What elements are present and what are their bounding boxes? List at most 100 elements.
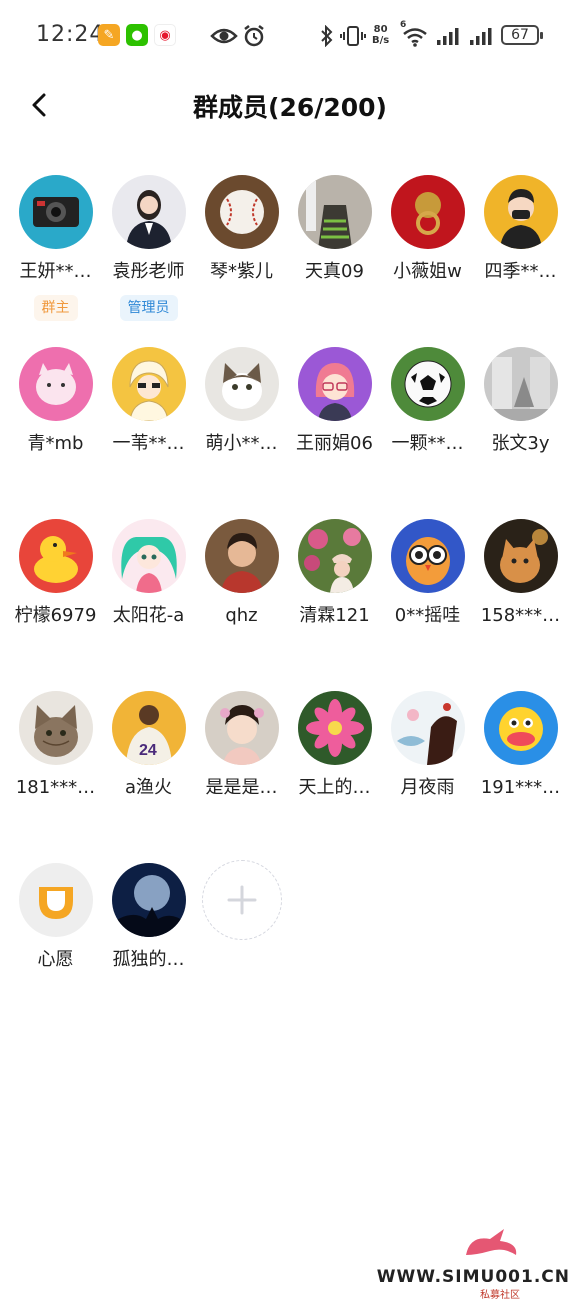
member-item[interactable]: 清霖121 bbox=[288, 519, 381, 627]
avatar bbox=[204, 175, 279, 249]
member-item[interactable]: 孤独的… bbox=[102, 863, 195, 971]
page-title: 群成员(26/200) bbox=[193, 93, 387, 122]
avatar bbox=[390, 691, 465, 765]
avatar bbox=[483, 347, 558, 421]
admin-badge: 管理员 bbox=[119, 295, 178, 321]
member-item[interactable]: 王妍**… 群主 bbox=[9, 175, 102, 321]
member-name: 158***… bbox=[480, 605, 561, 626]
member-item[interactable]: 萌小**… bbox=[195, 347, 288, 455]
member-name: 181***… bbox=[15, 777, 96, 798]
avatar: 24 bbox=[111, 691, 186, 765]
signal-icon-1 bbox=[436, 24, 462, 48]
avatar bbox=[483, 691, 558, 765]
member-name: 王妍**… bbox=[19, 261, 92, 282]
weibo-icon: ◉ bbox=[154, 24, 176, 46]
member-item[interactable]: 青*mb bbox=[9, 347, 102, 455]
member-name: 是是是… bbox=[205, 777, 278, 798]
watermark-subtext: 私募社区 bbox=[480, 1290, 520, 1301]
member-item[interactable]: 琴*紫儿 bbox=[195, 175, 288, 283]
member-item[interactable]: 柠檬6979 bbox=[9, 519, 102, 627]
avatar bbox=[297, 175, 372, 249]
eye-icon bbox=[210, 24, 238, 48]
member-name: 小薇姐w bbox=[393, 261, 462, 282]
avatar bbox=[111, 347, 186, 421]
member-item[interactable]: 天上的… bbox=[288, 691, 381, 799]
member-item[interactable]: 是是是… bbox=[195, 691, 288, 799]
plus-icon bbox=[227, 885, 256, 915]
battery-indicator: 67 bbox=[501, 25, 543, 45]
member-item[interactable]: 一颗**… bbox=[381, 347, 474, 455]
avatar bbox=[390, 347, 465, 421]
member-item[interactable]: 158***… bbox=[474, 519, 567, 627]
member-item[interactable]: 小薇姐w bbox=[381, 175, 474, 283]
member-item[interactable]: 月夜雨 bbox=[381, 691, 474, 799]
member-item[interactable]: qhz bbox=[195, 519, 288, 627]
vibrate-icon bbox=[340, 24, 366, 48]
member-item[interactable]: 24 a渔火 bbox=[102, 691, 195, 799]
member-item[interactable]: 王丽娟06 bbox=[288, 347, 381, 455]
member-name: qhz bbox=[225, 605, 258, 626]
avatar bbox=[18, 175, 93, 249]
member-item[interactable]: 天真09 bbox=[288, 175, 381, 283]
avatar bbox=[18, 347, 93, 421]
member-name: 王丽娟06 bbox=[296, 433, 373, 454]
alarm-icon bbox=[242, 24, 266, 48]
wechat-icon: ● bbox=[126, 24, 148, 46]
watermark-text: WWW.SIMU001.CN bbox=[376, 1267, 570, 1287]
member-name: 青*mb bbox=[27, 433, 84, 454]
member-item[interactable]: 心愿 bbox=[9, 863, 102, 971]
avatar bbox=[204, 347, 279, 421]
member-item[interactable]: 一苇**… bbox=[102, 347, 195, 455]
signal-icon-2 bbox=[469, 24, 495, 48]
member-name: 月夜雨 bbox=[400, 777, 455, 798]
member-name: 清霖121 bbox=[299, 605, 370, 626]
avatar bbox=[390, 175, 465, 249]
network-speed: 80 B/s bbox=[372, 24, 390, 46]
avatar bbox=[204, 691, 279, 765]
add-member-button[interactable] bbox=[195, 860, 288, 940]
watermark: WWW.SIMU001.CN 私募社区 bbox=[377, 1223, 572, 1301]
owner-badge: 群主 bbox=[33, 295, 78, 321]
status-time: 12:24 bbox=[36, 22, 105, 47]
member-name: 四季**… bbox=[484, 261, 557, 282]
member-name: 心愿 bbox=[37, 949, 74, 970]
header: 群成员(26/200) bbox=[0, 72, 580, 138]
wifi-index: 6 bbox=[400, 20, 407, 30]
svg-text:24: 24 bbox=[139, 742, 157, 759]
member-name: 天上的… bbox=[298, 777, 371, 798]
bluetooth-icon bbox=[320, 24, 334, 48]
member-name: 天真09 bbox=[305, 261, 364, 282]
member-item[interactable]: 181***… bbox=[9, 691, 102, 799]
member-name: 琴*紫儿 bbox=[210, 261, 273, 282]
avatar bbox=[297, 519, 372, 593]
member-name: 孤独的… bbox=[112, 949, 185, 970]
member-name: 张文3y bbox=[491, 433, 550, 454]
member-name: 一苇**… bbox=[112, 433, 185, 454]
avatar bbox=[18, 691, 93, 765]
status-bar: 12:24 ✎ ● ◉ 80 B/s 6 67 bbox=[0, 0, 580, 72]
avatar bbox=[297, 691, 372, 765]
avatar bbox=[204, 519, 279, 593]
member-item[interactable]: 0**摇哇 bbox=[381, 519, 474, 627]
member-name: 191***… bbox=[480, 777, 561, 798]
notification-app-icon: ✎ bbox=[98, 24, 120, 46]
avatar bbox=[18, 519, 93, 593]
avatar bbox=[390, 519, 465, 593]
avatar bbox=[111, 519, 186, 593]
member-name: 萌小**… bbox=[205, 433, 278, 454]
member-item[interactable]: 191***… bbox=[474, 691, 567, 799]
member-name: 一颗**… bbox=[391, 433, 464, 454]
member-name: 太阳花-a bbox=[112, 605, 185, 626]
avatar bbox=[297, 347, 372, 421]
member-name: 袁彤老师 bbox=[112, 261, 185, 282]
member-item[interactable]: 张文3y bbox=[474, 347, 567, 455]
avatar bbox=[18, 863, 93, 937]
avatar bbox=[111, 175, 186, 249]
watermark-logo-icon bbox=[466, 1229, 517, 1255]
add-member-circle[interactable] bbox=[201, 860, 282, 940]
member-name: 0**摇哇 bbox=[394, 605, 461, 626]
member-item[interactable]: 四季**… bbox=[474, 175, 567, 283]
member-item[interactable]: 太阳花-a bbox=[102, 519, 195, 627]
member-name: a渔火 bbox=[124, 777, 173, 798]
member-item[interactable]: 袁彤老师 管理员 bbox=[102, 175, 195, 321]
